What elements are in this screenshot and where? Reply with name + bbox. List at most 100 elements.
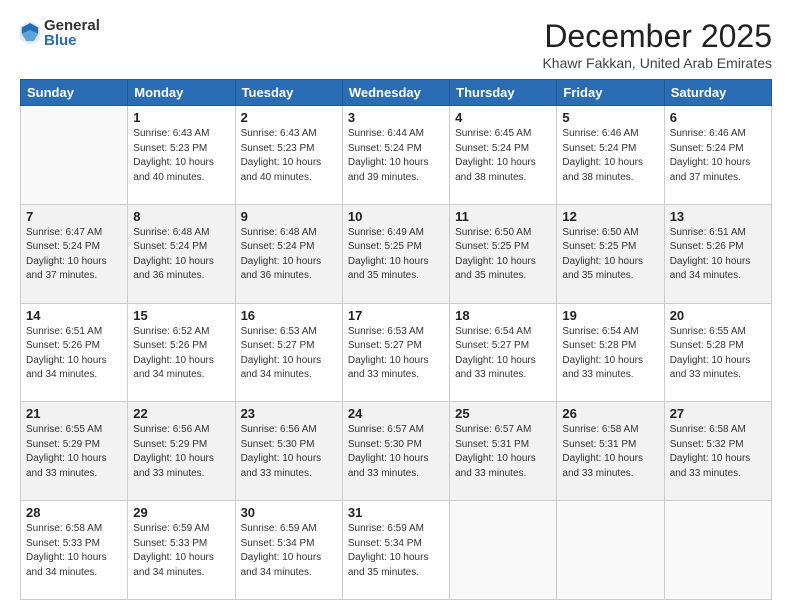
table-cell: 10 Sunrise: 6:49 AM Sunset: 5:25 PM Dayli… <box>342 204 449 303</box>
table-cell: 18 Sunrise: 6:54 AM Sunset: 5:27 PM Dayli… <box>450 303 557 402</box>
table-cell: 6 Sunrise: 6:46 AM Sunset: 5:24 PM Daylig… <box>664 106 771 205</box>
day-info: Sunrise: 6:53 AM Sunset: 5:27 PM Dayligh… <box>348 325 444 383</box>
day-number: 10 <box>348 209 444 224</box>
table-cell: 4Sunrise: 6:45 AM Sunset: 5:24 PM Daylig… <box>450 106 557 205</box>
table-cell: 22 Sunrise: 6:56 AM Sunset: 5:29 PM Dayli… <box>128 402 235 501</box>
col-wednesday: Wednesday <box>342 80 449 106</box>
table-cell: 30 Sunrise: 6:59 AM Sunset: 5:34 PM Dayli… <box>235 501 342 600</box>
day-info: Sunrise: 6:50 AM Sunset: 5:25 PM Dayligh… <box>562 226 658 284</box>
table-cell: 12 Sunrise: 6:50 AM Sunset: 5:25 PM Dayli… <box>557 204 664 303</box>
main-title: December 2025 <box>542 18 772 55</box>
table-cell <box>557 501 664 600</box>
table-cell: 1Sunrise: 6:43 AM Sunset: 5:23 PM Daylig… <box>128 106 235 205</box>
table-cell: 16 Sunrise: 6:53 AM Sunset: 5:27 PM Dayli… <box>235 303 342 402</box>
day-info: Sunrise: 6:58 AM Sunset: 5:32 PM Dayligh… <box>670 423 766 481</box>
calendar-header-row: Sunday Monday Tuesday Wednesday Thursday… <box>21 80 772 106</box>
table-cell: 28 Sunrise: 6:58 AM Sunset: 5:33 PM Dayli… <box>21 501 128 600</box>
col-thursday: Thursday <box>450 80 557 106</box>
day-info: Sunrise: 6:44 AM Sunset: 5:24 PM Dayligh… <box>348 127 444 185</box>
day-number: 6 <box>670 110 766 125</box>
day-info: Sunrise: 6:59 AM Sunset: 5:34 PM Dayligh… <box>348 522 444 580</box>
calendar-week-row: 14Sunrise: 6:51 AM Sunset: 5:26 PM Dayli… <box>21 303 772 402</box>
col-saturday: Saturday <box>664 80 771 106</box>
day-info: Sunrise: 6:43 AM Sunset: 5:23 PM Dayligh… <box>241 127 337 185</box>
table-cell: 13Sunrise: 6:51 AM Sunset: 5:26 PM Dayli… <box>664 204 771 303</box>
day-number: 24 <box>348 406 444 421</box>
day-info: Sunrise: 6:54 AM Sunset: 5:28 PM Dayligh… <box>562 325 658 383</box>
day-number: 12 <box>562 209 658 224</box>
table-cell: 15 Sunrise: 6:52 AM Sunset: 5:26 PM Dayli… <box>128 303 235 402</box>
day-number: 3 <box>348 110 444 125</box>
subtitle: Khawr Fakkan, United Arab Emirates <box>542 55 772 71</box>
day-number: 26 <box>562 406 658 421</box>
table-cell <box>21 106 128 205</box>
day-info: Sunrise: 6:43 AM Sunset: 5:23 PM Dayligh… <box>133 127 229 185</box>
calendar-week-row: 28 Sunrise: 6:58 AM Sunset: 5:33 PM Dayli… <box>21 501 772 600</box>
header: General Blue December 2025 Khawr Fakkan,… <box>20 18 772 71</box>
table-cell: 19Sunrise: 6:54 AM Sunset: 5:28 PM Dayli… <box>557 303 664 402</box>
table-cell: 23 Sunrise: 6:56 AM Sunset: 5:30 PM Dayli… <box>235 402 342 501</box>
table-cell: 29 Sunrise: 6:59 AM Sunset: 5:33 PM Dayli… <box>128 501 235 600</box>
day-info: Sunrise: 6:45 AM Sunset: 5:24 PM Dayligh… <box>455 127 551 185</box>
day-info: Sunrise: 6:53 AM Sunset: 5:27 PM Dayligh… <box>241 325 337 383</box>
day-info: Sunrise: 6:55 AM Sunset: 5:28 PM Dayligh… <box>670 325 766 383</box>
day-number: 5 <box>562 110 658 125</box>
table-cell: 14Sunrise: 6:51 AM Sunset: 5:26 PM Dayli… <box>21 303 128 402</box>
day-info: Sunrise: 6:46 AM Sunset: 5:24 PM Dayligh… <box>562 127 658 185</box>
day-number: 30 <box>241 505 337 520</box>
day-info: Sunrise: 6:48 AM Sunset: 5:24 PM Dayligh… <box>241 226 337 284</box>
day-number: 18 <box>455 308 551 323</box>
day-info: Sunrise: 6:46 AM Sunset: 5:24 PM Dayligh… <box>670 127 766 185</box>
day-number: 14 <box>26 308 122 323</box>
day-info: Sunrise: 6:52 AM Sunset: 5:26 PM Dayligh… <box>133 325 229 383</box>
day-number: 23 <box>241 406 337 421</box>
table-cell: 31 Sunrise: 6:59 AM Sunset: 5:34 PM Dayli… <box>342 501 449 600</box>
day-number: 29 <box>133 505 229 520</box>
day-number: 31 <box>348 505 444 520</box>
day-number: 15 <box>133 308 229 323</box>
logo: General Blue <box>20 18 100 48</box>
day-info: Sunrise: 6:58 AM Sunset: 5:33 PM Dayligh… <box>26 522 122 580</box>
col-friday: Friday <box>557 80 664 106</box>
table-cell: 20 Sunrise: 6:55 AM Sunset: 5:28 PM Dayli… <box>664 303 771 402</box>
day-number: 28 <box>26 505 122 520</box>
table-cell: 5 Sunrise: 6:46 AM Sunset: 5:24 PM Daylig… <box>557 106 664 205</box>
day-info: Sunrise: 6:54 AM Sunset: 5:27 PM Dayligh… <box>455 325 551 383</box>
day-number: 9 <box>241 209 337 224</box>
table-cell: 8Sunrise: 6:48 AM Sunset: 5:24 PM Daylig… <box>128 204 235 303</box>
day-info: Sunrise: 6:58 AM Sunset: 5:31 PM Dayligh… <box>562 423 658 481</box>
day-number: 25 <box>455 406 551 421</box>
table-cell: 7Sunrise: 6:47 AM Sunset: 5:24 PM Daylig… <box>21 204 128 303</box>
table-cell: 17Sunrise: 6:53 AM Sunset: 5:27 PM Dayli… <box>342 303 449 402</box>
day-info: Sunrise: 6:59 AM Sunset: 5:33 PM Dayligh… <box>133 522 229 580</box>
day-info: Sunrise: 6:55 AM Sunset: 5:29 PM Dayligh… <box>26 423 122 481</box>
day-number: 22 <box>133 406 229 421</box>
day-number: 20 <box>670 308 766 323</box>
day-number: 16 <box>241 308 337 323</box>
col-sunday: Sunday <box>21 80 128 106</box>
logo-icon <box>20 21 40 45</box>
logo-blue-text: Blue <box>44 33 100 48</box>
table-cell: 11Sunrise: 6:50 AM Sunset: 5:25 PM Dayli… <box>450 204 557 303</box>
day-info: Sunrise: 6:49 AM Sunset: 5:25 PM Dayligh… <box>348 226 444 284</box>
table-cell: 2Sunrise: 6:43 AM Sunset: 5:23 PM Daylig… <box>235 106 342 205</box>
table-cell: 3 Sunrise: 6:44 AM Sunset: 5:24 PM Daylig… <box>342 106 449 205</box>
page: General Blue December 2025 Khawr Fakkan,… <box>0 0 792 612</box>
table-cell: 24 Sunrise: 6:57 AM Sunset: 5:30 PM Dayli… <box>342 402 449 501</box>
col-monday: Monday <box>128 80 235 106</box>
calendar-table: Sunday Monday Tuesday Wednesday Thursday… <box>20 79 772 600</box>
day-info: Sunrise: 6:56 AM Sunset: 5:29 PM Dayligh… <box>133 423 229 481</box>
table-cell: 25Sunrise: 6:57 AM Sunset: 5:31 PM Dayli… <box>450 402 557 501</box>
logo-general-text: General <box>44 18 100 33</box>
day-info: Sunrise: 6:50 AM Sunset: 5:25 PM Dayligh… <box>455 226 551 284</box>
col-tuesday: Tuesday <box>235 80 342 106</box>
calendar-week-row: 1Sunrise: 6:43 AM Sunset: 5:23 PM Daylig… <box>21 106 772 205</box>
day-info: Sunrise: 6:51 AM Sunset: 5:26 PM Dayligh… <box>670 226 766 284</box>
day-info: Sunrise: 6:56 AM Sunset: 5:30 PM Dayligh… <box>241 423 337 481</box>
logo-text: General Blue <box>44 18 100 48</box>
title-block: December 2025 Khawr Fakkan, United Arab … <box>542 18 772 71</box>
day-info: Sunrise: 6:57 AM Sunset: 5:30 PM Dayligh… <box>348 423 444 481</box>
day-info: Sunrise: 6:59 AM Sunset: 5:34 PM Dayligh… <box>241 522 337 580</box>
day-info: Sunrise: 6:47 AM Sunset: 5:24 PM Dayligh… <box>26 226 122 284</box>
table-cell <box>664 501 771 600</box>
